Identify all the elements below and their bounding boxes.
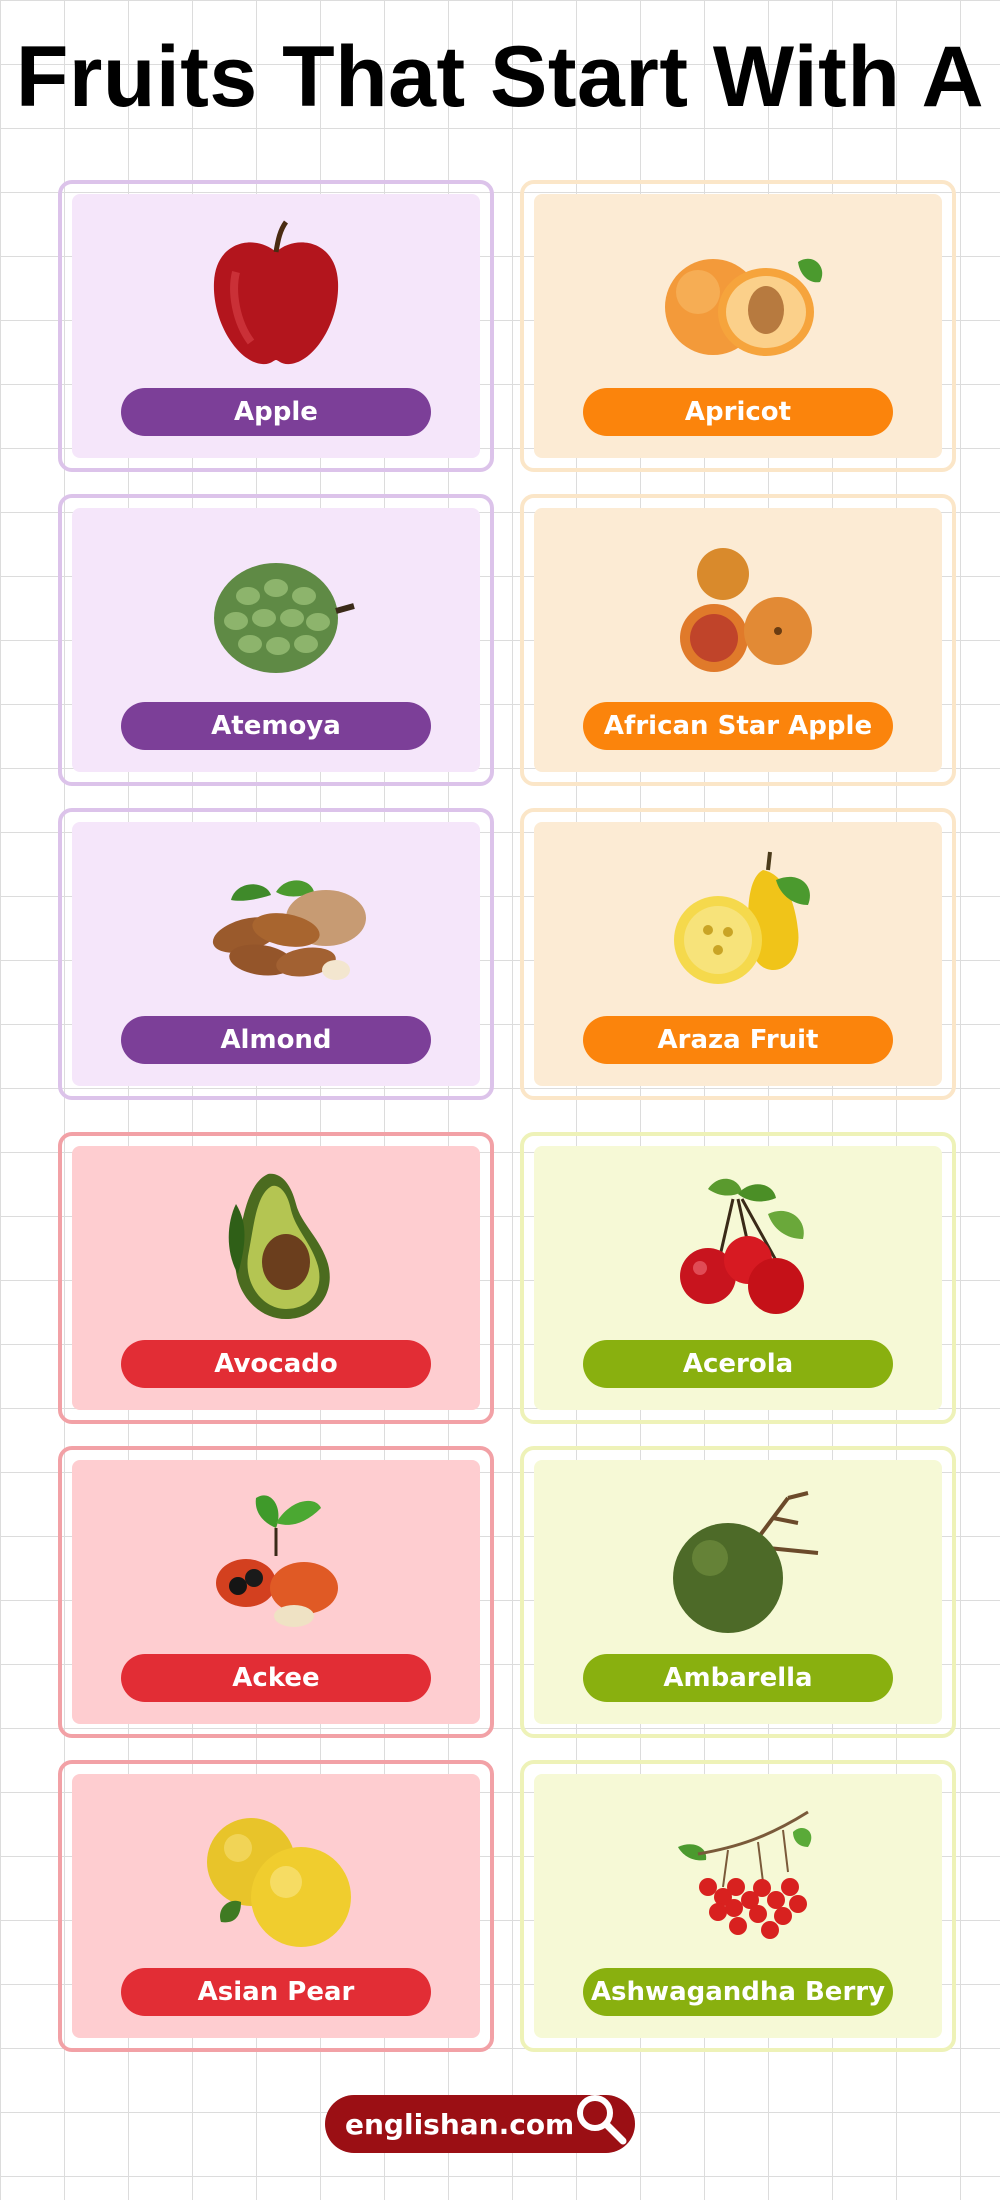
- search-icon: [571, 2089, 631, 2149]
- fruit-card-ambarella: Ambarella: [520, 1446, 956, 1738]
- avocado-image: [176, 1164, 376, 1334]
- fruit-card-acerola: Acerola: [520, 1132, 956, 1424]
- fruit-label: Asian Pear: [121, 1968, 431, 2016]
- ackee-image: [176, 1478, 376, 1648]
- asian-pear-image: [176, 1792, 376, 1962]
- atemoya-image: [176, 526, 376, 696]
- fruit-card-araza-fruit: Araza Fruit: [520, 808, 956, 1100]
- araza-fruit-image: [638, 840, 838, 1010]
- site-link-button[interactable]: englishan.com: [325, 2095, 635, 2153]
- fruit-card-atemoya: Atemoya: [58, 494, 494, 786]
- fruit-label: Almond: [121, 1016, 431, 1064]
- acerola-image: [638, 1164, 838, 1334]
- fruit-card-apricot: Apricot: [520, 180, 956, 472]
- fruit-label: Ackee: [121, 1654, 431, 1702]
- fruit-card-ashwagandha-berry: Ashwagandha Berry: [520, 1760, 956, 2052]
- page-title: Fruits That Start With A: [15, 29, 985, 125]
- site-name: englishan.com: [345, 2107, 575, 2141]
- fruit-label: Ashwagandha Berry: [583, 1968, 893, 2016]
- fruit-label: Araza Fruit: [583, 1016, 893, 1064]
- fruit-label: Avocado: [121, 1340, 431, 1388]
- fruit-label: Apricot: [583, 388, 893, 436]
- fruit-card-apple: Apple: [58, 180, 494, 472]
- fruit-card-ackee: Ackee: [58, 1446, 494, 1738]
- fruit-label: Acerola: [583, 1340, 893, 1388]
- ambarella-image: [638, 1478, 838, 1648]
- fruit-label: Atemoya: [121, 702, 431, 750]
- fruit-card-african-star-apple: African Star Apple: [520, 494, 956, 786]
- african-star-apple-image: [638, 526, 838, 696]
- ashwagandha-berry-image: [638, 1792, 838, 1962]
- apple-image: [176, 212, 376, 382]
- fruit-card-avocado: Avocado: [58, 1132, 494, 1424]
- fruit-label: African Star Apple: [583, 702, 893, 750]
- fruit-label: Ambarella: [583, 1654, 893, 1702]
- almond-image: [176, 840, 376, 1010]
- apricot-image: [638, 212, 838, 382]
- fruit-card-asian-pear: Asian Pear: [58, 1760, 494, 2052]
- fruit-label: Apple: [121, 388, 431, 436]
- fruit-card-almond: Almond: [58, 808, 494, 1100]
